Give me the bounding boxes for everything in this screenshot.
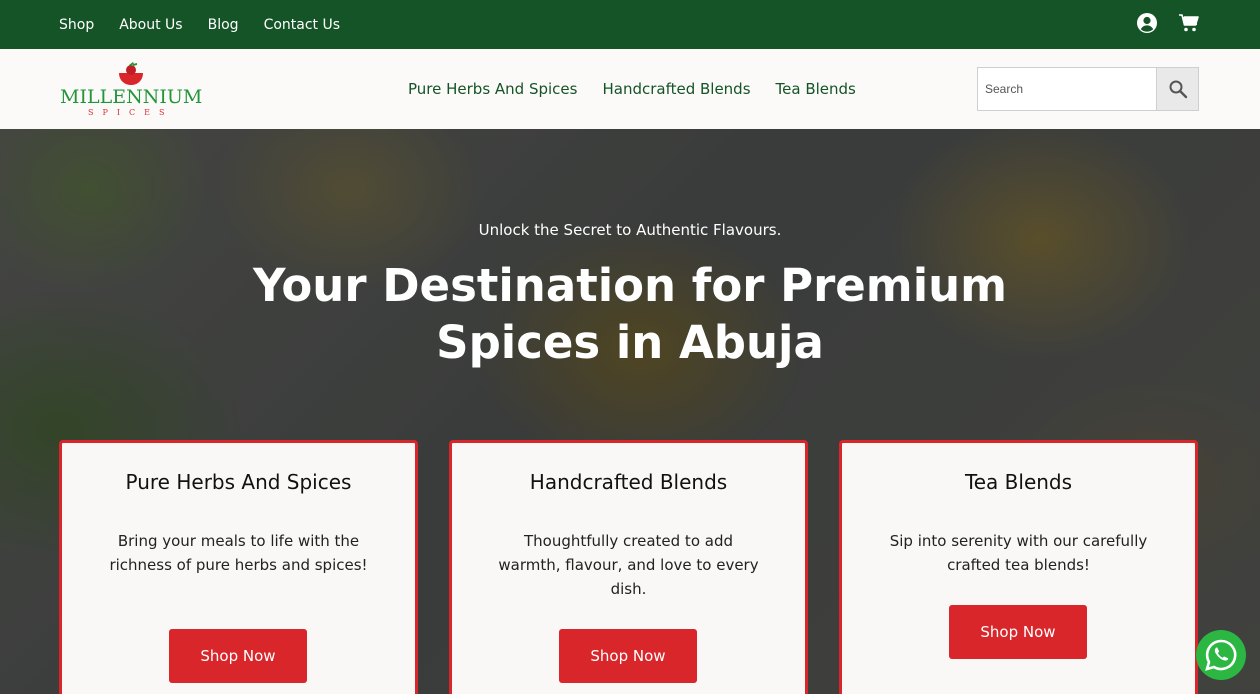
hero-title: Your Destination for Premium Spices in A…: [252, 259, 1008, 369]
whatsapp-icon: [1205, 639, 1237, 671]
search-icon: [1169, 80, 1187, 99]
logo[interactable]: MILLENNIUM SPICES: [60, 59, 202, 121]
shop-now-button[interactable]: Shop Now: [949, 605, 1087, 659]
search-box: [977, 67, 1199, 111]
search-input[interactable]: [978, 68, 1156, 110]
top-icons: [1136, 12, 1200, 34]
spice-bowl-icon: [119, 62, 143, 85]
card-text: Thoughtfully created to add warmth, flav…: [498, 532, 759, 598]
nav-handcrafted-blends[interactable]: Handcrafted Blends: [602, 80, 750, 98]
card-text: Sip into serenity with our carefully cra…: [889, 532, 1148, 574]
shop-now-button[interactable]: Shop Now: [559, 629, 697, 683]
card-title: Handcrafted Blends: [529, 470, 728, 494]
main-nav: Pure Herbs And Spices Handcrafted Blends…: [408, 49, 856, 129]
site-header: MILLENNIUM SPICES Pure Herbs And Spices …: [0, 49, 1260, 129]
top-nav-about-us[interactable]: About Us: [119, 17, 182, 33]
cart-icon[interactable]: [1178, 12, 1200, 34]
top-nav: Shop About Us Blog Contact Us: [59, 0, 340, 49]
card-title: Pure Herbs And Spices: [125, 470, 352, 494]
top-bar: Shop About Us Blog Contact Us: [0, 0, 1260, 49]
whatsapp-button[interactable]: [1196, 630, 1246, 680]
card-handcrafted-blends: Handcrafted Blends Thoughtfully created …: [449, 440, 808, 694]
account-icon[interactable]: [1136, 12, 1158, 34]
nav-pure-herbs-and-spices[interactable]: Pure Herbs And Spices: [408, 80, 577, 98]
card-text: Bring your meals to life with the richne…: [109, 532, 368, 574]
nav-tea-blends[interactable]: Tea Blends: [776, 80, 856, 98]
card-pure-herbs: Pure Herbs And Spices Bring your meals t…: [59, 440, 418, 694]
card-tea-blends: Tea Blends Sip into serenity with our ca…: [839, 440, 1198, 694]
logo-name: MILLENNIUM: [60, 86, 203, 108]
card-title: Tea Blends: [964, 470, 1073, 494]
shop-now-button[interactable]: Shop Now: [169, 629, 307, 683]
hero-subtitle: Unlock the Secret to Authentic Flavours.: [478, 221, 782, 239]
top-nav-blog[interactable]: Blog: [208, 17, 239, 33]
search-button[interactable]: [1156, 68, 1198, 110]
top-nav-shop[interactable]: Shop: [59, 17, 94, 33]
top-nav-contact-us[interactable]: Contact Us: [264, 17, 340, 33]
logo-subtitle: SPICES: [88, 108, 174, 117]
hero-section: Unlock the Secret to Authentic Flavours.…: [0, 129, 1260, 694]
